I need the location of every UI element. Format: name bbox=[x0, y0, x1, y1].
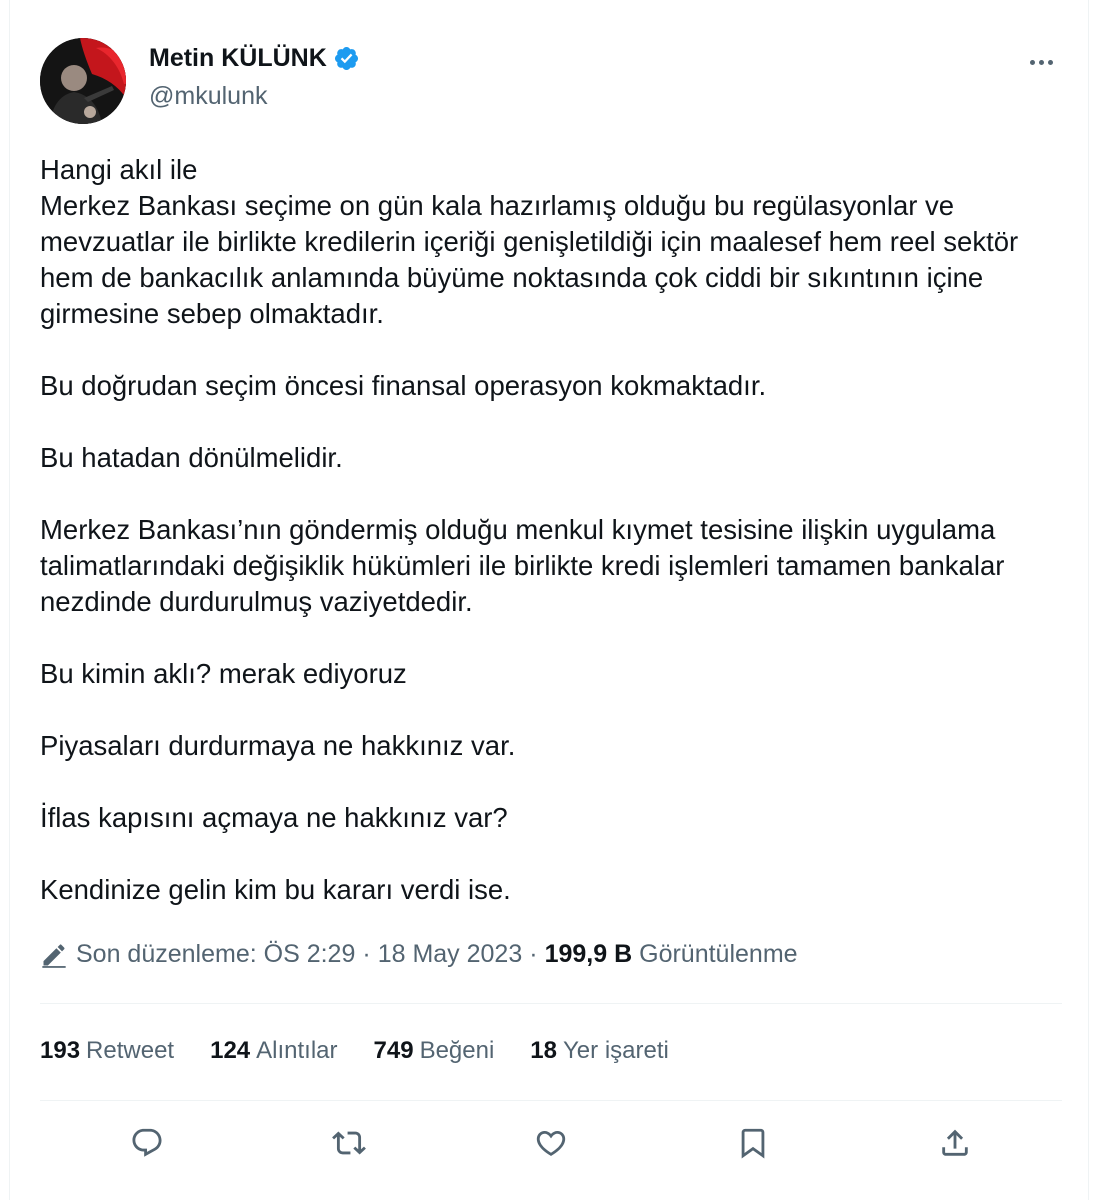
like-button[interactable] bbox=[526, 1118, 576, 1168]
tweet-text: Hangi akıl ile Merkez Bankası seçime on … bbox=[40, 152, 1070, 944]
likes-stat-link[interactable]: 749 Beğeni bbox=[374, 1037, 495, 1065]
tweet-paragraph: Bu kimin aklı? merak ediyoruz bbox=[40, 658, 407, 689]
more-dot bbox=[1029, 59, 1035, 65]
quotes-stat-link[interactable]: 124 Alıntılar bbox=[210, 1037, 337, 1065]
avatar-image bbox=[40, 38, 126, 124]
separator: · bbox=[362, 940, 371, 968]
tweet-paragraph: İflas kapısını açmaya ne hakkınız var? bbox=[40, 802, 508, 833]
tweet-paragraph: Piyasaları durdurmaya ne hakkınız var. bbox=[40, 730, 516, 761]
share-button[interactable] bbox=[930, 1118, 980, 1168]
bookmarks-label: Yer işareti bbox=[563, 1037, 669, 1064]
likes-count: 749 bbox=[373, 1037, 414, 1064]
edit-pencil-icon bbox=[40, 941, 68, 969]
more-options-icon[interactable] bbox=[1024, 50, 1058, 74]
retweets-stat-link[interactable]: 193 Retweet bbox=[40, 1037, 174, 1065]
tweet-paragraph: Bu hatadan dönülmelidir. bbox=[40, 442, 343, 473]
share-icon bbox=[942, 1129, 968, 1156]
separator: · bbox=[529, 940, 538, 968]
engagement-stats: 193 Retweet 124 Alıntılar 749 Beğeni 18 Yer … bbox=[40, 1037, 705, 1065]
tweet-date-link[interactable]: 18 May 2023 bbox=[378, 940, 523, 969]
retweets-count: 193 bbox=[40, 1037, 81, 1064]
verified-badge-icon bbox=[333, 45, 360, 72]
views-label: Görüntülenme bbox=[639, 940, 798, 968]
reply-button[interactable] bbox=[122, 1118, 172, 1168]
tweet-card: Metin KÜLÜNK @mkulunk Hangi akıl ile Mer… bbox=[9, 0, 1089, 1200]
author-name-row[interactable]: Metin KÜLÜNK bbox=[149, 44, 360, 73]
bookmark-icon bbox=[741, 1128, 765, 1159]
bookmarks-stat-link[interactable]: 18 Yer işareti bbox=[530, 1037, 669, 1065]
retweets-label: Retweet bbox=[86, 1037, 175, 1064]
reply-icon bbox=[132, 1128, 162, 1157]
like-icon bbox=[536, 1130, 566, 1156]
tweet-actions bbox=[40, 1118, 1062, 1168]
tweet-paragraph: Merkez Bankası’nın göndermiş olduğu menk… bbox=[40, 514, 1005, 617]
retweet-icon bbox=[332, 1131, 366, 1155]
quotes-label: Alıntılar bbox=[256, 1037, 338, 1064]
tweet-meta: Son düzenleme: ÖS 2:29 · 18 May 2023 · 1… bbox=[40, 940, 798, 969]
tweet-paragraph: Bu doğrudan seçim öncesi finansal operas… bbox=[40, 370, 767, 401]
divider bbox=[40, 1003, 1062, 1004]
more-dot bbox=[1047, 59, 1053, 65]
bookmark-button[interactable] bbox=[728, 1118, 778, 1168]
tweet-paragraph: Kendinize gelin kim bu kararı verdi ise. bbox=[40, 874, 511, 905]
divider bbox=[40, 1100, 1062, 1101]
retweet-button[interactable] bbox=[324, 1118, 374, 1168]
quotes-count: 124 bbox=[210, 1037, 251, 1064]
likes-label: Beğeni bbox=[419, 1037, 495, 1064]
edited-timestamp-link[interactable]: Son düzenleme: ÖS 2:29 bbox=[76, 940, 355, 969]
author-display-name[interactable]: Metin KÜLÜNK bbox=[149, 44, 327, 73]
views-count: 199,9 B bbox=[544, 940, 633, 968]
more-dot bbox=[1038, 59, 1044, 65]
tweet-paragraph: Hangi akıl ile Merkez Bankası seçime on … bbox=[40, 154, 1019, 329]
avatar[interactable] bbox=[40, 38, 126, 124]
author-handle[interactable]: @mkulunk bbox=[149, 82, 267, 111]
bookmarks-count: 18 bbox=[530, 1037, 557, 1064]
